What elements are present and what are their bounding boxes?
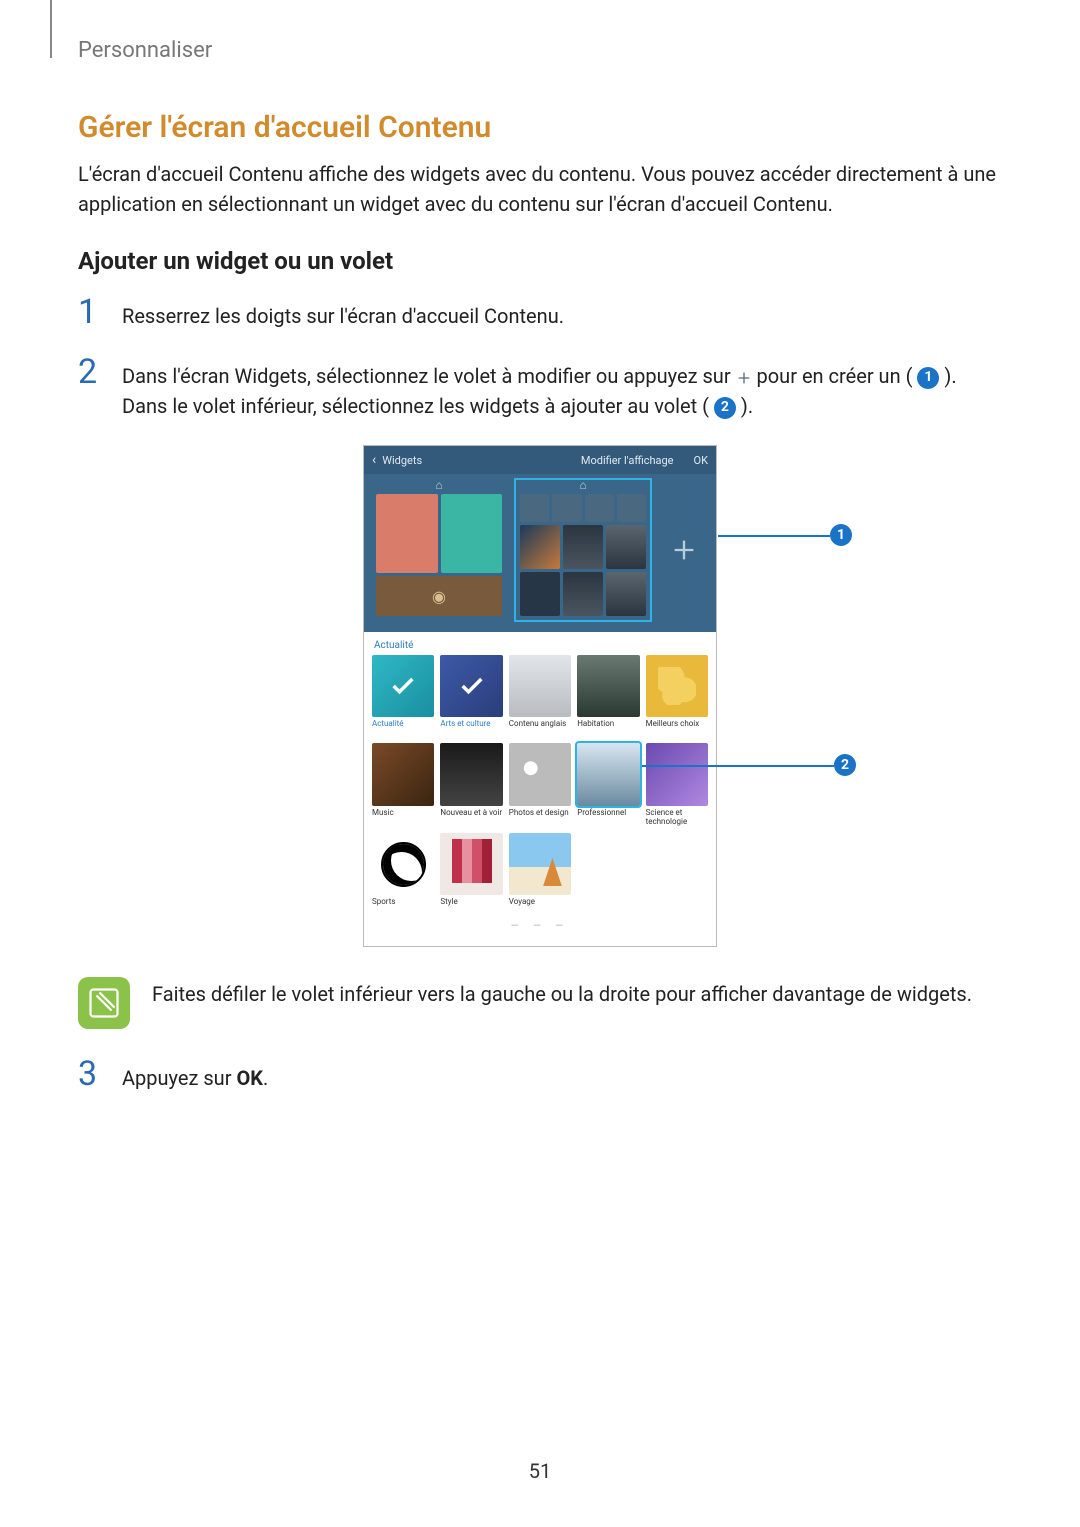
modify-display-button[interactable]: Modifier l'affichage <box>581 454 674 467</box>
step-2: 2 Dans l'écran Widgets, sélectionnez le … <box>78 355 1002 421</box>
callout-ref-1: 1 <box>917 367 939 389</box>
section-label: Actualité <box>374 640 708 651</box>
widget-item[interactable]: Photos et design <box>509 743 571 827</box>
widget-item[interactable]: Arts et culture <box>440 655 502 737</box>
callout-ref-2: 2 <box>714 397 736 419</box>
callout-badge-2: 2 <box>834 754 856 776</box>
widget-label: Arts et culture <box>440 719 502 737</box>
header-side-rule <box>50 0 52 58</box>
widget-thumb[interactable] <box>440 655 502 717</box>
text-fragment: pour en créer un ( <box>752 364 918 388</box>
home-panel-2-selected[interactable]: ⌂ <box>516 480 650 620</box>
widget-section: Actualité Actualité Arts et culture Conten… <box>364 632 716 946</box>
widget-label: Science et technologie <box>646 808 708 827</box>
back-icon[interactable]: ‹ <box>372 452 376 468</box>
widget-label: Nouveau et à voir <box>440 808 502 826</box>
ok-button[interactable]: OK <box>694 454 708 467</box>
page-number: 51 <box>0 1459 1080 1483</box>
widget-thumb[interactable] <box>372 655 434 717</box>
widget-thumb[interactable] <box>577 743 639 805</box>
tip-note: Faites défiler le volet inférieur vers l… <box>78 977 1002 1029</box>
home-icon: ⌂ <box>372 478 506 492</box>
step-text: Appuyez sur OK. <box>122 1057 268 1093</box>
widget-item[interactable]: Professionnel <box>577 743 639 827</box>
widget-thumb[interactable] <box>440 743 502 805</box>
step-3: 3 Appuyez sur OK. <box>78 1057 1002 1093</box>
text-fragment: Appuyez sur <box>122 1066 236 1090</box>
note-icon <box>78 977 130 1029</box>
callout-line-2 <box>642 765 834 767</box>
widget-thumb[interactable] <box>646 655 708 717</box>
widget-item[interactable]: Actualité <box>372 655 434 737</box>
ok-label: OK <box>236 1066 263 1090</box>
widget-thumb[interactable] <box>509 833 571 895</box>
screen-title[interactable]: Widgets <box>382 454 422 467</box>
step-number: 1 <box>78 295 122 329</box>
widget-thumb[interactable] <box>509 655 571 717</box>
widget-label: Professionnel <box>577 808 639 826</box>
text-fragment: . <box>263 1066 268 1090</box>
callout-badge-1: 1 <box>830 524 852 546</box>
check-icon <box>440 655 502 717</box>
tablet-header: ‹ Widgets Modifier l'affichage OK <box>364 446 716 474</box>
figure-widgets-screen: ‹ Widgets Modifier l'affichage OK ⌂ ◉ ⌂ <box>190 445 890 947</box>
step-text: Dans l'écran Widgets, sélectionnez le vo… <box>122 355 957 421</box>
widget-item[interactable]: Science et technologie <box>646 743 708 827</box>
widget-label: Photos et design <box>509 808 571 826</box>
page-content: Gérer l'écran d'accueil Contenu L'écran … <box>78 110 1002 1117</box>
text-fragment: Dans le volet inférieur, sélectionnez le… <box>122 394 714 418</box>
step-1: 1 Resserrez les doigts sur l'écran d'acc… <box>78 295 1002 331</box>
widget-label: Habitation <box>577 719 639 737</box>
home-icon: ⌂ <box>516 478 650 492</box>
widget-item[interactable]: Nouveau et à voir <box>440 743 502 827</box>
widget-thumb[interactable] <box>646 743 708 805</box>
page-title: Gérer l'écran d'accueil Contenu <box>78 110 1002 145</box>
callout-line-1 <box>718 535 830 537</box>
widget-item[interactable]: Contenu anglais <box>509 655 571 737</box>
widget-label: Sports <box>372 897 434 915</box>
widget-grid: Actualité Arts et culture Contenu anglais H… <box>372 655 708 915</box>
widget-item[interactable]: Habitation <box>577 655 639 737</box>
widget-thumb[interactable] <box>577 655 639 717</box>
intro-text: L'écran d'accueil Contenu affiche des wi… <box>78 159 1002 219</box>
widget-label: Contenu anglais <box>509 719 571 737</box>
panels-row: ⌂ ◉ ⌂ <box>364 474 716 632</box>
widget-thumb[interactable] <box>372 833 434 895</box>
section-title: Ajouter un widget ou un volet <box>78 247 1002 275</box>
tablet-frame: ‹ Widgets Modifier l'affichage OK ⌂ ◉ ⌂ <box>363 445 717 947</box>
widget-label: Actualité <box>372 719 434 737</box>
widget-thumb[interactable] <box>440 833 502 895</box>
step-number: 3 <box>78 1057 122 1091</box>
text-fragment: ). <box>939 364 956 388</box>
widget-thumb[interactable] <box>509 743 571 805</box>
widget-item[interactable]: Meilleurs choix <box>646 655 708 737</box>
widget-label: Style <box>440 897 502 915</box>
page-indicator: — — — <box>372 921 708 932</box>
widget-label: Voyage <box>509 897 571 915</box>
check-icon <box>372 655 434 717</box>
widget-item[interactable]: Voyage <box>509 833 571 915</box>
step-number: 2 <box>78 355 122 389</box>
widget-label: Meilleurs choix <box>646 719 708 737</box>
home-panel-1[interactable]: ⌂ ◉ <box>372 480 506 620</box>
note-text: Faites défiler le volet inférieur vers l… <box>152 977 972 1009</box>
widget-item[interactable]: Style <box>440 833 502 915</box>
widget-label: Music <box>372 808 434 826</box>
add-panel-button[interactable] <box>660 480 708 620</box>
text-fragment: ). <box>736 394 753 418</box>
text-fragment: Dans l'écran Widgets, sélectionnez le vo… <box>122 364 736 388</box>
widget-thumb[interactable] <box>372 743 434 805</box>
widget-item[interactable]: Sports <box>372 833 434 915</box>
plus-icon <box>736 370 752 386</box>
step-text: Resserrez les doigts sur l'écran d'accue… <box>122 295 564 331</box>
breadcrumb: Personnaliser <box>78 38 212 63</box>
widget-item[interactable]: Music <box>372 743 434 827</box>
